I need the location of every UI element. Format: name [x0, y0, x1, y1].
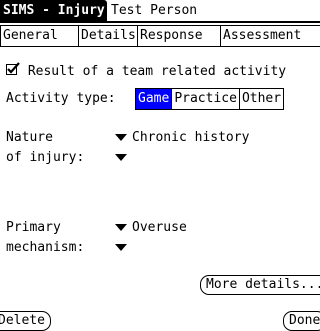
more-details-button[interactable]: More details...: [200, 275, 320, 295]
checkbox-checked-icon[interactable]: [6, 62, 20, 78]
triangle-down-icon[interactable]: [115, 224, 127, 231]
activity-type-selector: Game Practice Other: [135, 88, 285, 110]
nature-picker-2[interactable]: [115, 151, 132, 164]
mechanism-label-line2: mechanism:: [6, 240, 85, 255]
activity-type-practice[interactable]: Practice: [172, 89, 240, 109]
activity-type-other[interactable]: Other: [240, 89, 283, 109]
mechanism-value-1: Overuse: [132, 220, 187, 235]
done-button[interactable]: Done: [283, 311, 320, 331]
tab-assessment[interactable]: Assessment: [220, 25, 320, 47]
nature-value-1: Chronic history: [132, 130, 250, 145]
title-bar: SIMS - Injury Test Person: [0, 0, 320, 24]
mechanism-picker-2[interactable]: [115, 241, 132, 254]
title-divider: [0, 21, 320, 23]
triangle-down-icon[interactable]: [115, 134, 127, 141]
tab-general[interactable]: General: [0, 25, 79, 47]
tab-bar: General Details Response Assessment: [0, 25, 320, 47]
triangle-down-icon[interactable]: [115, 244, 127, 251]
mechanism-label-line1: Primary: [6, 220, 61, 235]
nature-label-line2: of injury:: [6, 150, 85, 165]
nature-picker-1[interactable]: Chronic history: [115, 131, 249, 144]
activity-type-label: Activity type:: [6, 91, 116, 106]
mechanism-picker-1[interactable]: Overuse: [115, 221, 187, 234]
tab-details[interactable]: Details: [78, 25, 138, 47]
app-title[interactable]: SIMS - Injury: [0, 0, 107, 22]
record-title: Test Person: [111, 3, 198, 18]
team-activity-label: Result of a team related activity: [27, 64, 287, 79]
team-activity-checkbox[interactable]: Result of a team related activity: [6, 62, 286, 78]
tab-response[interactable]: Response: [137, 25, 221, 47]
delete-button[interactable]: Delete: [0, 311, 51, 331]
triangle-down-icon[interactable]: [115, 154, 127, 161]
nature-label-line1: Nature: [6, 130, 53, 145]
activity-type-game[interactable]: Game: [136, 89, 173, 109]
